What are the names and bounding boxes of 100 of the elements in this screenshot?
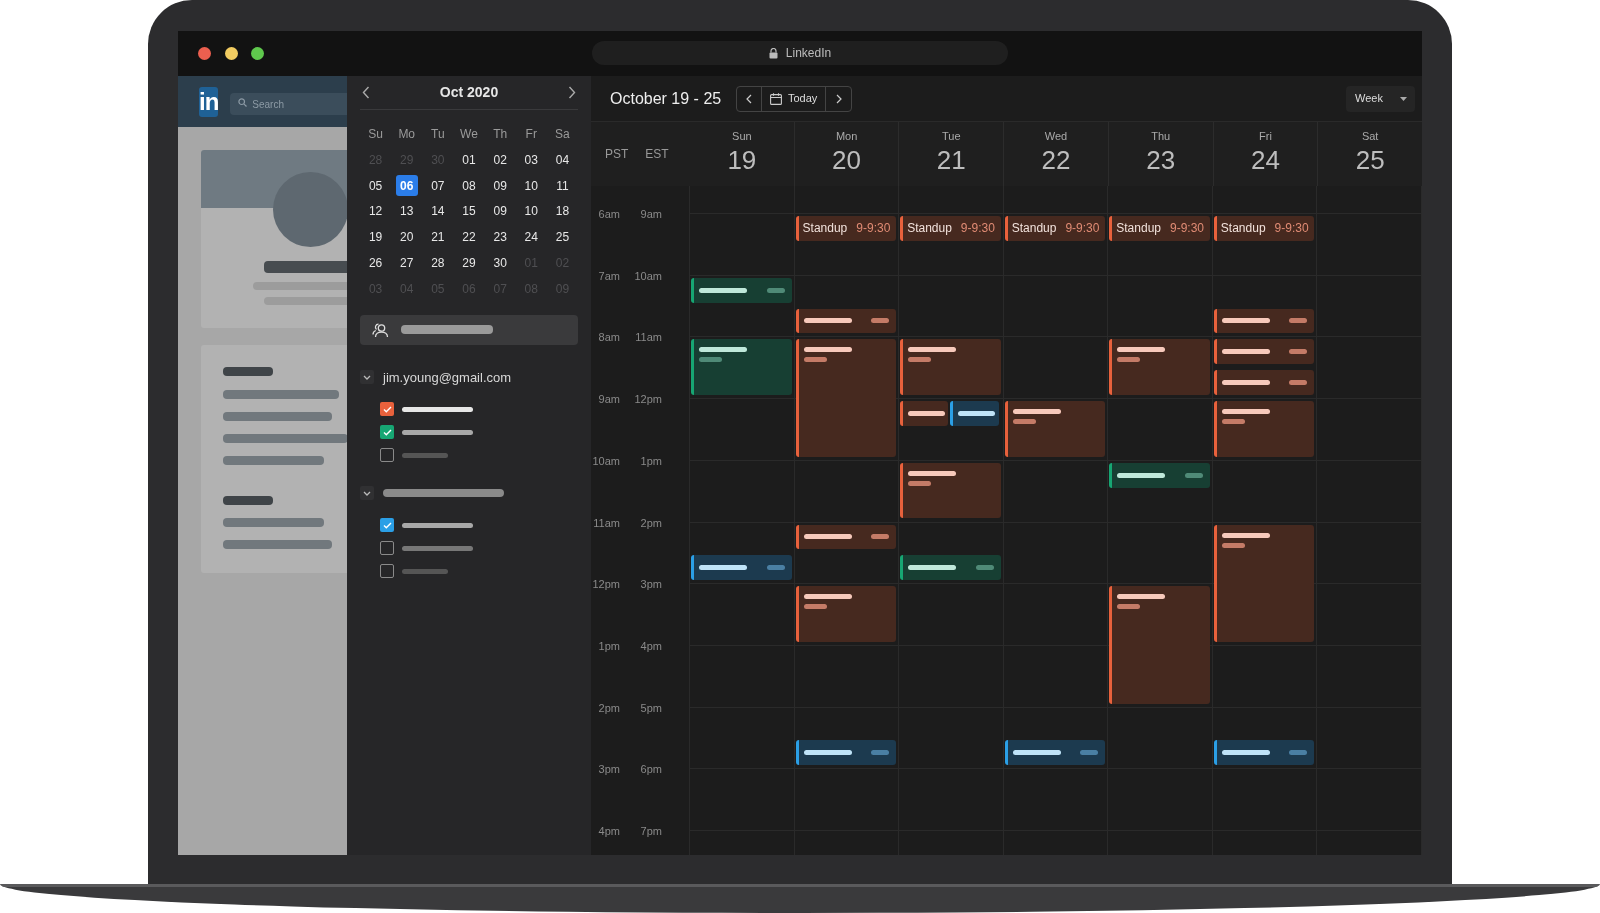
- date-cell[interactable]: 06: [395, 175, 418, 197]
- event-block[interactable]: [1109, 462, 1210, 488]
- chevron-down-icon[interactable]: [360, 370, 374, 385]
- event-block[interactable]: [795, 308, 897, 334]
- time-label: 10am: [633, 268, 662, 284]
- minimize-window-button[interactable]: [225, 47, 238, 60]
- weekday-label: Wed: [1044, 129, 1068, 144]
- event-time: 9-9:30: [1065, 220, 1100, 238]
- event-title: Standup: [1220, 220, 1266, 238]
- event-block[interactable]: [900, 462, 1001, 519]
- date-cell[interactable]: 15: [462, 202, 476, 221]
- view-dropdown[interactable]: Week: [1346, 85, 1415, 112]
- chevron-left-icon[interactable]: [362, 86, 370, 99]
- event-block[interactable]: [1213, 339, 1315, 365]
- date-cell[interactable]: 22: [462, 228, 476, 247]
- weekday-label: Th: [492, 126, 509, 143]
- date-cell[interactable]: 03: [524, 150, 538, 169]
- event-card[interactable]: Standup 9-9:30: [900, 216, 1001, 241]
- date-cell[interactable]: 28: [431, 254, 445, 273]
- date-cell[interactable]: 25: [555, 228, 570, 247]
- placeholder-bar: [958, 411, 996, 416]
- event-block[interactable]: [1109, 339, 1210, 396]
- event-block[interactable]: [691, 339, 792, 396]
- date-cell[interactable]: 12: [368, 202, 383, 221]
- placeholder-bar: [223, 496, 273, 505]
- event-block[interactable]: [900, 339, 1001, 396]
- date-cell[interactable]: 19: [368, 228, 383, 247]
- event-card[interactable]: Standup 9-9:30: [1109, 216, 1210, 241]
- date-cell[interactable]: 10: [524, 202, 538, 221]
- checkbox[interactable]: [380, 448, 394, 463]
- event-card[interactable]: Standup 9-9:30: [1213, 216, 1315, 241]
- date-cell[interactable]: 23: [493, 228, 507, 247]
- checkbox[interactable]: [380, 518, 394, 533]
- placeholder-bar: [803, 594, 852, 600]
- event-block[interactable]: [1213, 524, 1315, 642]
- address-bar[interactable]: LinkedIn: [592, 41, 1008, 65]
- placeholder-bar: [1080, 750, 1099, 756]
- date-cell[interactable]: 05: [368, 176, 383, 195]
- checkbox[interactable]: [380, 425, 394, 440]
- event-block[interactable]: [950, 401, 999, 426]
- date-cell[interactable]: 07: [431, 176, 445, 195]
- weekday-label: Fri: [1259, 129, 1272, 144]
- date-cell[interactable]: 01: [462, 150, 476, 169]
- event-block[interactable]: [1213, 401, 1315, 457]
- event-block[interactable]: [900, 555, 1001, 581]
- date-number: 25: [1355, 144, 1385, 175]
- chevron-left-icon: [746, 93, 752, 104]
- event-block[interactable]: [1004, 401, 1106, 457]
- chevron-down-icon[interactable]: [360, 486, 374, 501]
- close-window-button[interactable]: [198, 47, 211, 60]
- chevron-right-icon[interactable]: [568, 86, 576, 99]
- event-card[interactable]: Standup 9-9:30: [795, 216, 897, 241]
- event-block[interactable]: [691, 277, 792, 303]
- date-cell[interactable]: 09: [493, 176, 507, 195]
- calendar-account-label: jim.young@gmail.com: [383, 368, 512, 387]
- site-logo[interactable]: in: [199, 86, 219, 117]
- people-search-field[interactable]: [360, 314, 578, 345]
- date-cell[interactable]: 21: [431, 228, 445, 247]
- date-cell[interactable]: 04: [555, 150, 570, 169]
- date-cell[interactable]: 14: [431, 202, 445, 221]
- time-label: 4pm: [597, 824, 620, 839]
- event-block[interactable]: [795, 524, 897, 550]
- checkbox[interactable]: [380, 564, 394, 579]
- date-cell[interactable]: 27: [400, 254, 414, 273]
- event-block[interactable]: [795, 586, 897, 642]
- date-cell[interactable]: 18: [555, 202, 570, 221]
- date-cell[interactable]: 29: [462, 254, 476, 273]
- date-cell[interactable]: 11: [556, 176, 569, 195]
- placeholder-bar: [402, 568, 448, 574]
- event-block[interactable]: [900, 401, 949, 426]
- time-label: 1pm: [639, 453, 662, 469]
- date-number: 19: [727, 144, 757, 175]
- weekday-label: We: [459, 126, 479, 143]
- date-cell[interactable]: 02: [493, 150, 507, 169]
- placeholder-bar: [803, 604, 827, 610]
- date-cell[interactable]: 20: [400, 228, 414, 247]
- date-cell[interactable]: 30: [493, 254, 507, 273]
- search-field[interactable]: Search: [230, 93, 347, 115]
- placeholder-bar: [402, 406, 473, 412]
- date-cell[interactable]: 10: [524, 176, 538, 195]
- placeholder-bar: [803, 534, 852, 540]
- date-cell[interactable]: 24: [524, 228, 538, 247]
- event-block[interactable]: [1004, 740, 1106, 766]
- event-card[interactable]: Standup 9-9:30: [1004, 216, 1106, 241]
- date-cell[interactable]: 08: [462, 176, 476, 195]
- event-block[interactable]: [691, 555, 792, 581]
- date-cell[interactable]: 13: [400, 202, 414, 221]
- event-time: 9-9:30: [1170, 220, 1204, 238]
- date-number: 21: [936, 144, 966, 175]
- month-title: Oct 2020: [439, 83, 499, 102]
- placeholder-bar: [908, 565, 957, 571]
- maximize-window-button[interactable]: [251, 47, 264, 60]
- date-cell[interactable]: 26: [368, 254, 383, 273]
- event-block[interactable]: [795, 740, 897, 766]
- event-block[interactable]: [1213, 740, 1315, 766]
- event-block[interactable]: [1213, 370, 1315, 396]
- date-cell[interactable]: 09: [493, 202, 507, 221]
- event-block[interactable]: [1213, 308, 1315, 334]
- checkbox[interactable]: [380, 541, 394, 556]
- checkbox[interactable]: [380, 402, 394, 417]
